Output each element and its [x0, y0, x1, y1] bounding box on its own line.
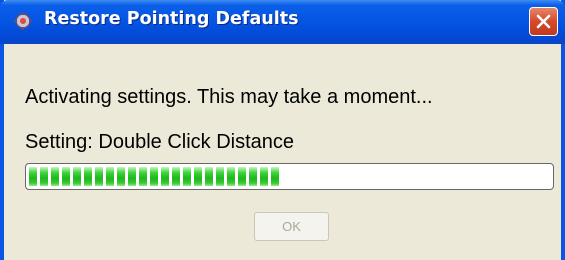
progress-segment — [205, 167, 213, 186]
progress-segment — [139, 167, 147, 186]
progress-segment — [73, 167, 81, 186]
progress-segment — [260, 167, 268, 186]
progress-segment — [117, 167, 125, 186]
progress-segment — [271, 167, 279, 186]
close-button[interactable] — [529, 7, 558, 36]
progress-segment — [150, 167, 158, 186]
current-setting-label: Setting: Double Click Distance — [25, 131, 295, 153]
mouse-settings-icon — [13, 11, 33, 31]
status-message: Activating settings. This may take a mom… — [25, 86, 433, 108]
progress-segment — [172, 167, 180, 186]
progress-segment — [227, 167, 235, 186]
title-bar[interactable]: Restore Pointing Defaults — [0, 0, 565, 44]
progress-segment — [238, 167, 246, 186]
progress-segment — [95, 167, 103, 186]
progress-bar-fill — [29, 167, 279, 186]
progress-segment — [183, 167, 191, 186]
progress-segment — [40, 167, 48, 186]
progress-segment — [128, 167, 136, 186]
progress-segment — [84, 167, 92, 186]
close-icon — [536, 14, 551, 29]
progress-segment — [51, 167, 59, 186]
progress-segment — [161, 167, 169, 186]
progress-segment — [62, 167, 70, 186]
progress-segment — [29, 167, 37, 186]
dialog-window: Restore Pointing Defaults Activating set… — [0, 0, 565, 260]
progress-bar — [25, 163, 554, 190]
progress-segment — [194, 167, 202, 186]
dialog-body: Activating settings. This may take a mom… — [4, 44, 561, 260]
progress-segment — [249, 167, 257, 186]
window-title: Restore Pointing Defaults — [44, 9, 299, 29]
progress-segment — [216, 167, 224, 186]
ok-button[interactable]: OK — [254, 212, 329, 241]
progress-segment — [106, 167, 114, 186]
